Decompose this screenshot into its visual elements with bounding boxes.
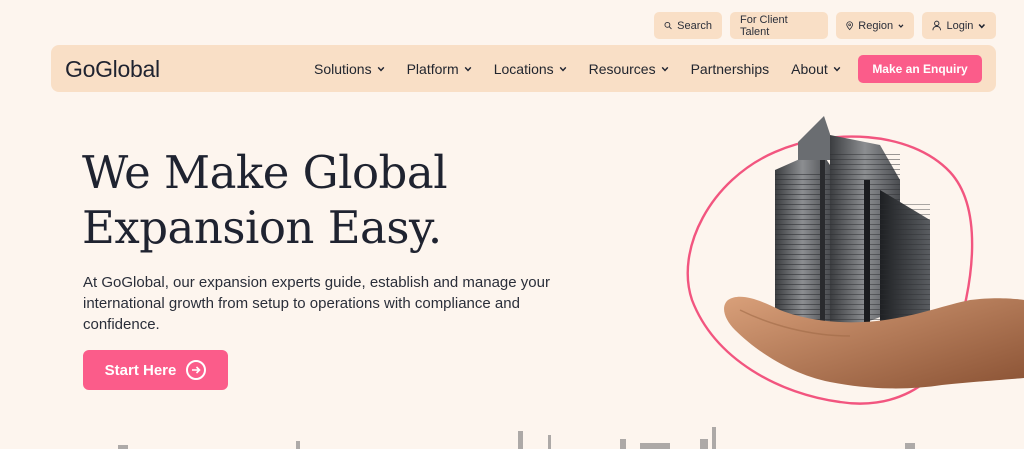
skyscrapers	[775, 116, 930, 335]
chevron-down-icon	[898, 23, 904, 28]
skyline-decoration	[118, 427, 915, 449]
client-talent-button[interactable]: For Client Talent	[730, 12, 828, 39]
hero-illustration	[686, 116, 1024, 405]
region-button[interactable]: Region	[836, 12, 914, 39]
nav-item-platform[interactable]: Platform	[407, 61, 472, 77]
hero-headline-line2: Expansion Easy.	[82, 201, 442, 254]
start-here-label: Start Here	[104, 361, 177, 379]
nav-item-partnerships[interactable]: Partnerships	[691, 61, 770, 77]
location-pin-icon	[846, 20, 853, 30]
user-icon	[932, 20, 942, 31]
nav-item-solutions[interactable]: Solutions	[314, 61, 385, 77]
arrow-right-circle-icon	[186, 360, 207, 380]
nav-item-resources[interactable]: Resources	[589, 61, 669, 77]
client-talent-label: For Client Talent	[740, 13, 788, 38]
login-button[interactable]: Login	[922, 12, 996, 39]
chevron-down-icon	[464, 66, 472, 72]
chevron-down-icon	[377, 66, 384, 72]
chevron-down-icon	[559, 66, 566, 72]
chevron-down-icon	[833, 66, 841, 72]
nav-item-label: Resources	[588, 60, 656, 77]
chevron-down-icon	[978, 23, 986, 28]
search-icon	[664, 21, 672, 30]
nav-item-label: Solutions	[314, 60, 372, 77]
hero-headline-line1: We Make Global	[82, 146, 448, 199]
logo[interactable]: GoGlobal	[65, 56, 160, 83]
nav-item-about[interactable]: About	[791, 61, 841, 77]
utility-bar: Search For Client Talent Region Login	[654, 12, 996, 39]
hero-subtext: At GoGlobal, our expansion experts guide…	[83, 274, 550, 333]
nav-item-label: About	[791, 60, 828, 77]
hero-headline: We Make Global Expansion Easy.	[82, 145, 448, 255]
search-button[interactable]: Search	[654, 12, 722, 39]
nav-item-label: Partnerships	[690, 60, 770, 77]
nav-menu: Solutions Platform Locations Resources P…	[314, 45, 863, 92]
nav-item-label: Platform	[406, 60, 459, 77]
chevron-down-icon	[661, 66, 668, 72]
login-label: Login	[946, 19, 974, 32]
nav-item-locations[interactable]: Locations	[494, 61, 567, 77]
region-label: Region	[858, 19, 894, 32]
nav-item-label: Locations	[493, 60, 554, 77]
make-enquiry-button[interactable]: Make an Enquiry	[858, 55, 982, 83]
start-here-button[interactable]: Start Here	[83, 350, 228, 390]
search-label: Search	[677, 19, 712, 32]
main-nav: GoGlobal Solutions Platform Locations Re…	[51, 45, 996, 92]
